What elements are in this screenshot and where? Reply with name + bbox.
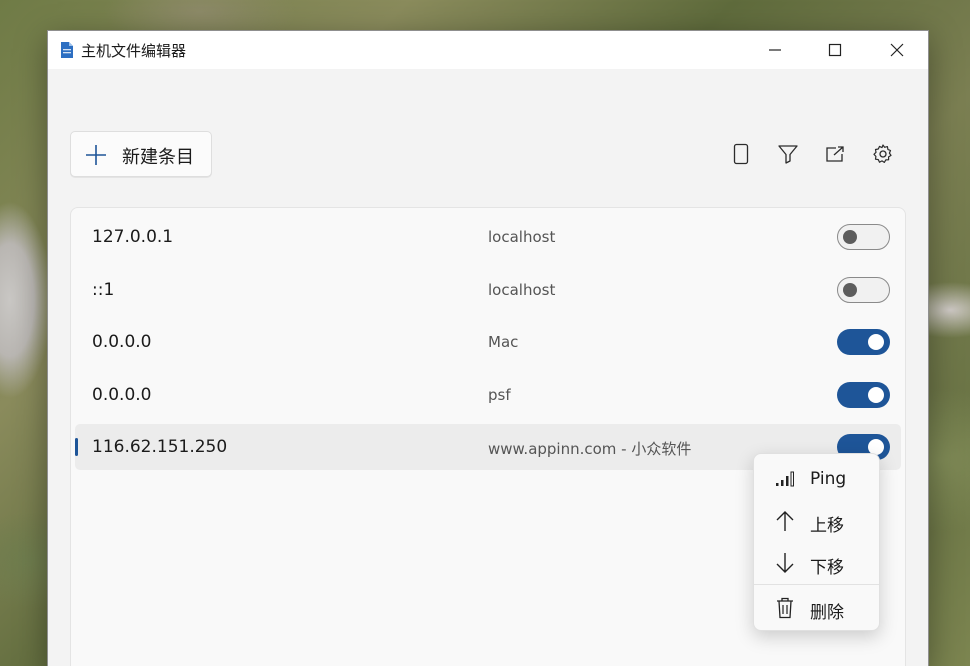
- hostname: localhost: [488, 281, 556, 299]
- minimize-icon: [769, 49, 781, 51]
- share-button[interactable]: [822, 141, 848, 167]
- menu-item-label: 下移: [810, 558, 844, 578]
- table-row[interactable]: ::1 localhost: [75, 267, 901, 313]
- minimize-button[interactable]: [745, 31, 805, 69]
- enable-toggle[interactable]: [837, 277, 890, 303]
- menu-item-move-down[interactable]: 下移: [758, 543, 876, 583]
- settings-button[interactable]: [870, 141, 896, 167]
- table-row[interactable]: 0.0.0.0 Mac: [75, 319, 901, 365]
- ip-address: 0.0.0.0: [92, 332, 152, 352]
- table-row[interactable]: 127.0.0.1 localhost: [75, 214, 901, 260]
- toggle-knob: [868, 334, 884, 350]
- menu-divider: [754, 584, 879, 585]
- file-button[interactable]: [728, 141, 754, 167]
- new-entry-button[interactable]: 新建条目: [70, 131, 212, 177]
- selection-indicator: [75, 438, 78, 456]
- arrow-up-icon: [774, 511, 796, 531]
- enable-toggle[interactable]: [837, 382, 890, 408]
- title-bar: 主机文件编辑器: [48, 31, 928, 69]
- toggle-knob: [843, 283, 857, 297]
- signal-bars-icon: [774, 469, 796, 489]
- menu-item-ping[interactable]: Ping: [758, 459, 876, 499]
- close-icon: [890, 43, 904, 57]
- context-menu: Ping 上移 下移 删除: [753, 453, 880, 631]
- filter-button[interactable]: [775, 141, 801, 167]
- app-window: 主机文件编辑器 新建条目 127.0.0.1 localhost::1 loc…: [47, 30, 929, 666]
- settings-icon: [873, 144, 892, 163]
- hostname: Mac: [488, 333, 519, 351]
- close-button[interactable]: [867, 31, 927, 69]
- new-entry-label: 新建条目: [122, 147, 194, 168]
- menu-item-delete[interactable]: 删除: [758, 588, 876, 628]
- ip-address: 116.62.151.250: [92, 437, 228, 457]
- menu-item-move-up[interactable]: 上移: [758, 501, 876, 541]
- trash-icon: [774, 597, 796, 619]
- hostname: www.appinn.com - 小众软件: [488, 440, 692, 458]
- share-icon: [826, 146, 844, 162]
- hostname: psf: [488, 386, 511, 404]
- enable-toggle[interactable]: [837, 329, 890, 355]
- hostname: localhost: [488, 228, 556, 246]
- ip-address: 0.0.0.0: [92, 385, 152, 405]
- maximize-button[interactable]: [805, 31, 865, 69]
- plus-icon: [86, 145, 106, 165]
- filter-icon: [778, 145, 798, 164]
- table-row[interactable]: 0.0.0.0 psf: [75, 372, 901, 418]
- enable-toggle[interactable]: [837, 224, 890, 250]
- toggle-knob: [868, 387, 884, 403]
- ip-address: ::1: [92, 280, 115, 300]
- window-title: 主机文件编辑器: [81, 42, 187, 60]
- menu-item-label: 删除: [810, 603, 844, 623]
- menu-item-label: 上移: [810, 516, 844, 536]
- maximize-icon: [828, 43, 842, 57]
- arrow-down-icon: [774, 553, 796, 573]
- file-icon: [733, 143, 749, 165]
- ip-address: 127.0.0.1: [92, 227, 174, 247]
- app-logo-icon: [61, 42, 73, 58]
- toggle-knob: [843, 230, 857, 244]
- menu-item-label: Ping: [810, 469, 847, 489]
